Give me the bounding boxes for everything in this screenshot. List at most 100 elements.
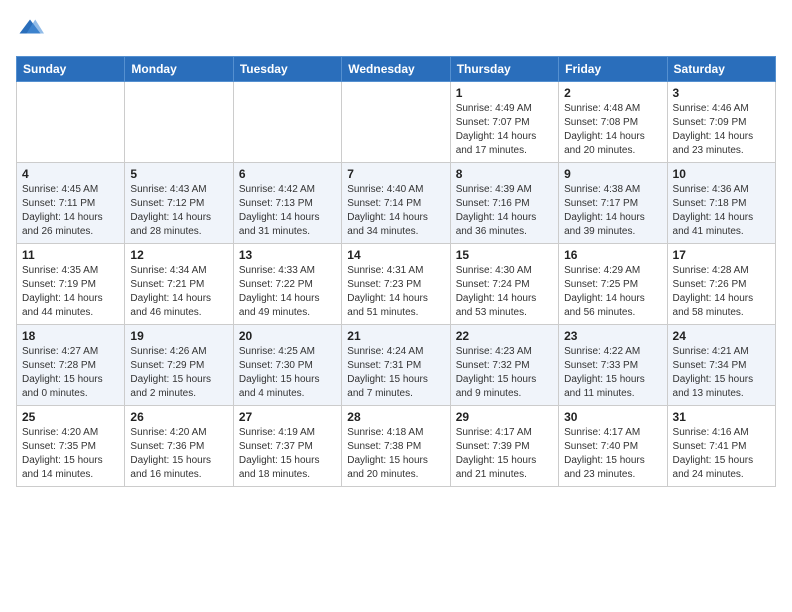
- day-info: Sunrise: 4:25 AM Sunset: 7:30 PM Dayligh…: [239, 345, 336, 401]
- logo-icon: [16, 16, 44, 44]
- day-number: 24: [673, 329, 770, 343]
- day-info: Sunrise: 4:23 AM Sunset: 7:32 PM Dayligh…: [456, 345, 553, 401]
- day-info: Sunrise: 4:28 AM Sunset: 7:26 PM Dayligh…: [673, 264, 770, 320]
- calendar-cell: 3 Sunrise: 4:46 AM Sunset: 7:09 PM Daylig…: [667, 82, 775, 163]
- calendar-header-sunday: Sunday: [17, 57, 125, 82]
- day-info: Sunrise: 4:26 AM Sunset: 7:29 PM Dayligh…: [130, 345, 227, 401]
- day-info: Sunrise: 4:42 AM Sunset: 7:13 PM Dayligh…: [239, 183, 336, 239]
- day-number: 30: [564, 410, 661, 424]
- calendar-cell: 19Sunrise: 4:26 AM Sunset: 7:29 PM Dayli…: [125, 325, 233, 406]
- calendar-week-5: 25 Sunrise: 4:20 AM Sunset: 7:35 PM Dayli…: [17, 406, 776, 487]
- calendar-cell: 29 Sunrise: 4:17 AM Sunset: 7:39 PM Dayli…: [450, 406, 558, 487]
- calendar-cell: 20 Sunrise: 4:25 AM Sunset: 7:30 PM Dayli…: [233, 325, 341, 406]
- calendar-header-saturday: Saturday: [667, 57, 775, 82]
- day-number: 10: [673, 167, 770, 181]
- day-number: 20: [239, 329, 336, 343]
- day-number: 2: [564, 86, 661, 100]
- calendar-cell: [17, 82, 125, 163]
- day-info: Sunrise: 4:16 AM Sunset: 7:41 PM Dayligh…: [673, 426, 770, 482]
- calendar-cell: 8Sunrise: 4:39 AM Sunset: 7:16 PM Daylig…: [450, 163, 558, 244]
- day-info: Sunrise: 4:24 AM Sunset: 7:31 PM Dayligh…: [347, 345, 444, 401]
- day-number: 4: [22, 167, 119, 181]
- calendar-cell: 14 Sunrise: 4:31 AM Sunset: 7:23 PM Dayli…: [342, 244, 450, 325]
- day-info: Sunrise: 4:33 AM Sunset: 7:22 PM Dayligh…: [239, 264, 336, 320]
- day-info: Sunrise: 4:21 AM Sunset: 7:34 PM Dayligh…: [673, 345, 770, 401]
- calendar-cell: 1 Sunrise: 4:49 AM Sunset: 7:07 PM Daylig…: [450, 82, 558, 163]
- calendar-cell: 6 Sunrise: 4:42 AM Sunset: 7:13 PM Daylig…: [233, 163, 341, 244]
- day-number: 25: [22, 410, 119, 424]
- calendar-cell: [233, 82, 341, 163]
- day-info: Sunrise: 4:20 AM Sunset: 7:36 PM Dayligh…: [130, 426, 227, 482]
- calendar-cell: 16Sunrise: 4:29 AM Sunset: 7:25 PM Dayli…: [559, 244, 667, 325]
- day-info: Sunrise: 4:31 AM Sunset: 7:23 PM Dayligh…: [347, 264, 444, 320]
- calendar-cell: 24 Sunrise: 4:21 AM Sunset: 7:34 PM Dayli…: [667, 325, 775, 406]
- day-number: 13: [239, 248, 336, 262]
- day-info: Sunrise: 4:45 AM Sunset: 7:11 PM Dayligh…: [22, 183, 119, 239]
- calendar-week-3: 11Sunrise: 4:35 AM Sunset: 7:19 PM Dayli…: [17, 244, 776, 325]
- calendar-cell: 28Sunrise: 4:18 AM Sunset: 7:38 PM Dayli…: [342, 406, 450, 487]
- day-info: Sunrise: 4:20 AM Sunset: 7:35 PM Dayligh…: [22, 426, 119, 482]
- day-info: Sunrise: 4:34 AM Sunset: 7:21 PM Dayligh…: [130, 264, 227, 320]
- calendar-header-friday: Friday: [559, 57, 667, 82]
- calendar-cell: 17Sunrise: 4:28 AM Sunset: 7:26 PM Dayli…: [667, 244, 775, 325]
- calendar-header-wednesday: Wednesday: [342, 57, 450, 82]
- day-number: 22: [456, 329, 553, 343]
- calendar-cell: 13 Sunrise: 4:33 AM Sunset: 7:22 PM Dayli…: [233, 244, 341, 325]
- day-number: 21: [347, 329, 444, 343]
- calendar-cell: 30 Sunrise: 4:17 AM Sunset: 7:40 PM Dayli…: [559, 406, 667, 487]
- day-number: 14: [347, 248, 444, 262]
- calendar-cell: 10 Sunrise: 4:36 AM Sunset: 7:18 PM Dayli…: [667, 163, 775, 244]
- day-info: Sunrise: 4:46 AM Sunset: 7:09 PM Dayligh…: [673, 102, 770, 158]
- day-number: 23: [564, 329, 661, 343]
- calendar-cell: 31 Sunrise: 4:16 AM Sunset: 7:41 PM Dayli…: [667, 406, 775, 487]
- day-info: Sunrise: 4:30 AM Sunset: 7:24 PM Dayligh…: [456, 264, 553, 320]
- calendar-cell: 25 Sunrise: 4:20 AM Sunset: 7:35 PM Dayli…: [17, 406, 125, 487]
- calendar-cell: 23 Sunrise: 4:22 AM Sunset: 7:33 PM Dayli…: [559, 325, 667, 406]
- day-number: 28: [347, 410, 444, 424]
- day-number: 7: [347, 167, 444, 181]
- day-number: 16: [564, 248, 661, 262]
- calendar-cell: 2Sunrise: 4:48 AM Sunset: 7:08 PM Daylig…: [559, 82, 667, 163]
- day-number: 1: [456, 86, 553, 100]
- calendar-header-row: SundayMondayTuesdayWednesdayThursdayFrid…: [17, 57, 776, 82]
- calendar-cell: 22 Sunrise: 4:23 AM Sunset: 7:32 PM Dayli…: [450, 325, 558, 406]
- day-number: 15: [456, 248, 553, 262]
- calendar-cell: 26Sunrise: 4:20 AM Sunset: 7:36 PM Dayli…: [125, 406, 233, 487]
- calendar-cell: 18Sunrise: 4:27 AM Sunset: 7:28 PM Dayli…: [17, 325, 125, 406]
- day-number: 31: [673, 410, 770, 424]
- calendar-header-thursday: Thursday: [450, 57, 558, 82]
- day-number: 6: [239, 167, 336, 181]
- calendar-cell: 12 Sunrise: 4:34 AM Sunset: 7:21 PM Dayli…: [125, 244, 233, 325]
- day-number: 5: [130, 167, 227, 181]
- day-info: Sunrise: 4:38 AM Sunset: 7:17 PM Dayligh…: [564, 183, 661, 239]
- day-info: Sunrise: 4:43 AM Sunset: 7:12 PM Dayligh…: [130, 183, 227, 239]
- day-info: Sunrise: 4:17 AM Sunset: 7:40 PM Dayligh…: [564, 426, 661, 482]
- calendar-header-monday: Monday: [125, 57, 233, 82]
- day-info: Sunrise: 4:17 AM Sunset: 7:39 PM Dayligh…: [456, 426, 553, 482]
- calendar-cell: [342, 82, 450, 163]
- day-info: Sunrise: 4:49 AM Sunset: 7:07 PM Dayligh…: [456, 102, 553, 158]
- calendar-cell: 11Sunrise: 4:35 AM Sunset: 7:19 PM Dayli…: [17, 244, 125, 325]
- day-info: Sunrise: 4:27 AM Sunset: 7:28 PM Dayligh…: [22, 345, 119, 401]
- day-number: 29: [456, 410, 553, 424]
- calendar-cell: [125, 82, 233, 163]
- day-info: Sunrise: 4:22 AM Sunset: 7:33 PM Dayligh…: [564, 345, 661, 401]
- calendar-header-tuesday: Tuesday: [233, 57, 341, 82]
- calendar-table: SundayMondayTuesdayWednesdayThursdayFrid…: [16, 56, 776, 487]
- calendar-cell: 27Sunrise: 4:19 AM Sunset: 7:37 PM Dayli…: [233, 406, 341, 487]
- logo: [16, 16, 48, 44]
- day-number: 12: [130, 248, 227, 262]
- calendar-cell: 5 Sunrise: 4:43 AM Sunset: 7:12 PM Daylig…: [125, 163, 233, 244]
- calendar-cell: 15 Sunrise: 4:30 AM Sunset: 7:24 PM Dayli…: [450, 244, 558, 325]
- day-info: Sunrise: 4:40 AM Sunset: 7:14 PM Dayligh…: [347, 183, 444, 239]
- day-number: 8: [456, 167, 553, 181]
- day-number: 11: [22, 248, 119, 262]
- day-info: Sunrise: 4:36 AM Sunset: 7:18 PM Dayligh…: [673, 183, 770, 239]
- page-header: [16, 16, 776, 44]
- calendar-cell: 9Sunrise: 4:38 AM Sunset: 7:17 PM Daylig…: [559, 163, 667, 244]
- calendar-cell: 4 Sunrise: 4:45 AM Sunset: 7:11 PM Daylig…: [17, 163, 125, 244]
- calendar-cell: 7 Sunrise: 4:40 AM Sunset: 7:14 PM Daylig…: [342, 163, 450, 244]
- day-number: 3: [673, 86, 770, 100]
- day-number: 27: [239, 410, 336, 424]
- calendar-week-4: 18Sunrise: 4:27 AM Sunset: 7:28 PM Dayli…: [17, 325, 776, 406]
